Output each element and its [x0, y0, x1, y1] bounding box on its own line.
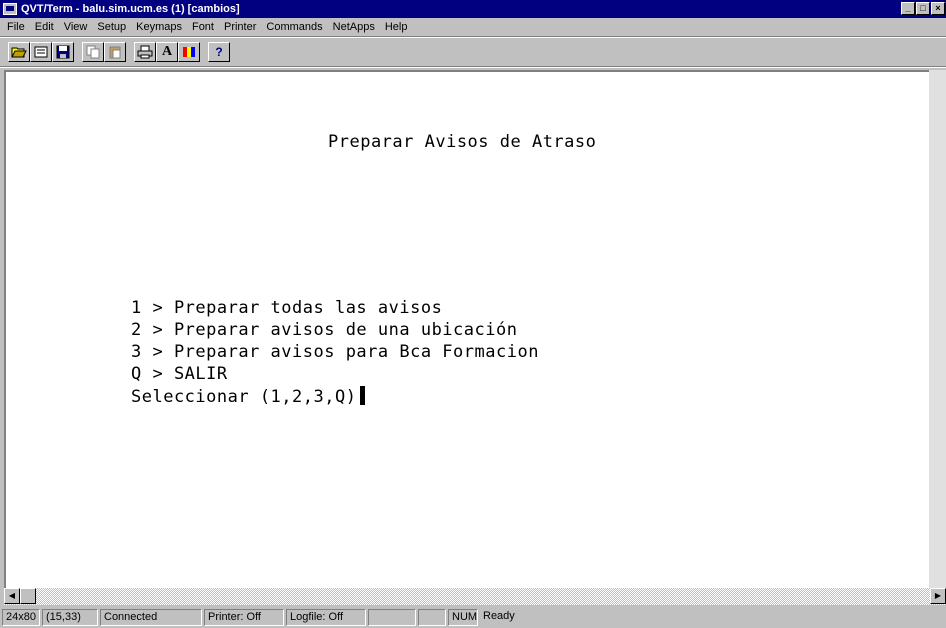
scroll-right-arrow-icon[interactable]: ▶ [930, 588, 946, 604]
menu-option-quit: Q > SALIR [131, 364, 228, 384]
status-cursor-position: (15,33) [42, 609, 98, 626]
status-empty-2 [418, 609, 446, 626]
screen-title: Preparar Avisos de Atraso [328, 132, 597, 152]
selection-prompt-line: Seleccionar (1,2,3,Q) [131, 386, 366, 407]
print-icon[interactable] [134, 42, 156, 62]
menu-option-1: 1 > Preparar todas las avisos [131, 298, 443, 318]
session-icon[interactable] [30, 42, 52, 62]
save-icon[interactable] [52, 42, 74, 62]
maximize-button[interactable]: □ [916, 2, 930, 15]
toolbar-bottom-separator [0, 66, 946, 68]
status-screen-size: 24x80 [2, 609, 40, 626]
status-empty-1 [368, 609, 416, 626]
menu-view[interactable]: View [59, 21, 93, 33]
status-connection: Connected [100, 609, 202, 626]
selection-prompt: Seleccionar (1,2,3,Q) [131, 387, 357, 407]
menu-font[interactable]: Font [187, 21, 219, 33]
menu-bar: File Edit View Setup Keymaps Font Printe… [0, 18, 946, 36]
horizontal-scrollbar[interactable]: ◀ ▶ [4, 588, 946, 605]
menu-printer[interactable]: Printer [219, 21, 261, 33]
open-folder-icon[interactable] [8, 42, 30, 62]
vertical-scrollbar[interactable] [929, 70, 946, 588]
text-cursor [360, 386, 366, 405]
font-icon[interactable]: A [156, 42, 178, 62]
title-bar[interactable]: QVT/Term - balu.sim.ucm.es (1) [cambios]… [0, 0, 946, 18]
menu-commands[interactable]: Commands [261, 21, 327, 33]
menu-netapps[interactable]: NetApps [328, 21, 380, 33]
status-printer: Printer: Off [204, 609, 284, 626]
menu-file[interactable]: File [2, 21, 30, 33]
colors-icon[interactable] [178, 42, 200, 62]
close-button[interactable]: × [931, 2, 945, 15]
menu-edit[interactable]: Edit [30, 21, 59, 33]
scroll-thumb[interactable] [20, 588, 36, 604]
window-title: QVT/Term - balu.sim.ucm.es (1) [cambios] [21, 3, 240, 15]
status-num-lock: NUM [448, 609, 478, 626]
menu-help[interactable]: Help [380, 21, 413, 33]
menu-setup[interactable]: Setup [92, 21, 131, 33]
menu-option-3: 3 > Preparar avisos para Bca Formacion [131, 342, 539, 362]
menu-keymaps[interactable]: Keymaps [131, 21, 187, 33]
scroll-left-arrow-icon[interactable]: ◀ [4, 588, 20, 604]
help-icon[interactable]: ? [208, 42, 230, 62]
menu-option-2: 2 > Preparar avisos de una ubicación [131, 320, 518, 340]
status-bar: 24x80 (15,33) Connected Printer: Off Log… [0, 607, 946, 628]
terminal-app-icon[interactable] [3, 3, 17, 15]
minimize-button[interactable]: _ [901, 2, 915, 15]
terminal-screen[interactable]: Preparar Avisos de Atraso 1 > Preparar t… [4, 70, 929, 588]
paste-icon[interactable] [104, 42, 126, 62]
copy-icon[interactable] [82, 42, 104, 62]
toolbar: A ? [0, 38, 946, 66]
status-ready: Ready [483, 610, 515, 622]
status-logfile: Logfile: Off [286, 609, 366, 626]
